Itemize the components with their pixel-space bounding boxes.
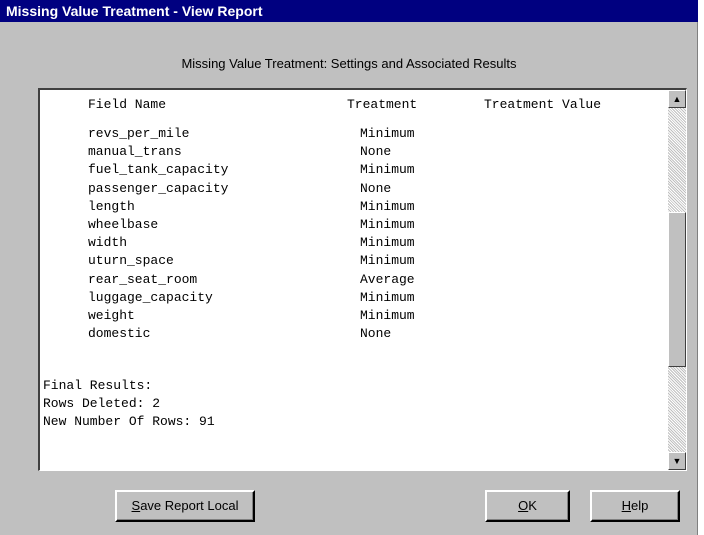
- final-results-label: Final Results:: [43, 378, 153, 393]
- rows-deleted-text: Rows Deleted: 2: [43, 396, 161, 411]
- new-row-count-text: New Number Of Rows: 91: [43, 414, 215, 429]
- row-treatment: Minimum: [360, 308, 415, 323]
- save-accelerator: S: [131, 498, 141, 513]
- row-treatment: Minimum: [360, 253, 415, 269]
- row-treatment: Minimum: [360, 162, 415, 178]
- row-treatment: Minimum: [360, 126, 415, 141]
- row-treatment: None: [360, 326, 392, 342]
- row-field-name: width: [88, 235, 128, 251]
- row-field-name: rear_seat_room: [88, 271, 198, 287]
- row-field-name: uturn_space: [88, 253, 174, 269]
- title-bar[interactable]: Missing Value Treatment - View Report: [0, 0, 698, 22]
- report-heading: Missing Value Treatment: Settings and As…: [181, 56, 517, 71]
- row-treatment: None: [360, 144, 392, 160]
- report-dialog: Missing Value Treatment - View Report Mi…: [0, 0, 698, 535]
- column-header-field: Field Name: [88, 97, 167, 112]
- save-report-local-button[interactable]: Save Report Local: [115, 490, 255, 522]
- scroll-up-button[interactable]: ▲: [668, 90, 686, 108]
- help-label: elp: [631, 498, 649, 513]
- row-field-name: weight: [88, 308, 135, 323]
- row-field-name: luggage_capacity: [88, 289, 213, 305]
- ok-accelerator: O: [518, 498, 529, 513]
- column-header-treatment: Treatment: [347, 97, 418, 112]
- row-treatment: Minimum: [360, 198, 415, 214]
- row-field-name: passenger_capacity: [88, 180, 229, 196]
- vertical-scrollbar[interactable]: ▲ ▼: [668, 90, 686, 470]
- scroll-down-button[interactable]: ▼: [668, 452, 686, 470]
- ok-label: K: [528, 498, 537, 513]
- row-field-name: manual_trans: [88, 144, 182, 160]
- scrollbar-thumb[interactable]: [668, 211, 686, 367]
- row-treatment: Minimum: [360, 289, 415, 305]
- row-field-name: revs_per_mile: [88, 126, 190, 141]
- row-treatment: Minimum: [360, 235, 415, 251]
- row-treatment: Minimum: [360, 217, 415, 232]
- row-field-name: fuel_tank_capacity: [88, 162, 229, 178]
- row-field-name: domestic: [88, 326, 151, 342]
- help-button[interactable]: Help: [590, 490, 680, 522]
- ok-button[interactable]: OK: [485, 490, 570, 522]
- report-text-area[interactable]: Field Name Treatment Treatment Value rev…: [38, 88, 687, 471]
- save-label: ave Report Local: [140, 498, 239, 513]
- column-header-treatment-value: Treatment Value: [484, 97, 602, 112]
- row-treatment: None: [360, 180, 392, 196]
- row-field-name: length: [88, 198, 135, 214]
- row-field-name: wheelbase: [88, 217, 159, 232]
- help-accelerator: H: [621, 498, 632, 513]
- row-treatment: Average: [360, 271, 415, 287]
- report-content: Field Name Treatment Treatment Value rev…: [43, 96, 661, 468]
